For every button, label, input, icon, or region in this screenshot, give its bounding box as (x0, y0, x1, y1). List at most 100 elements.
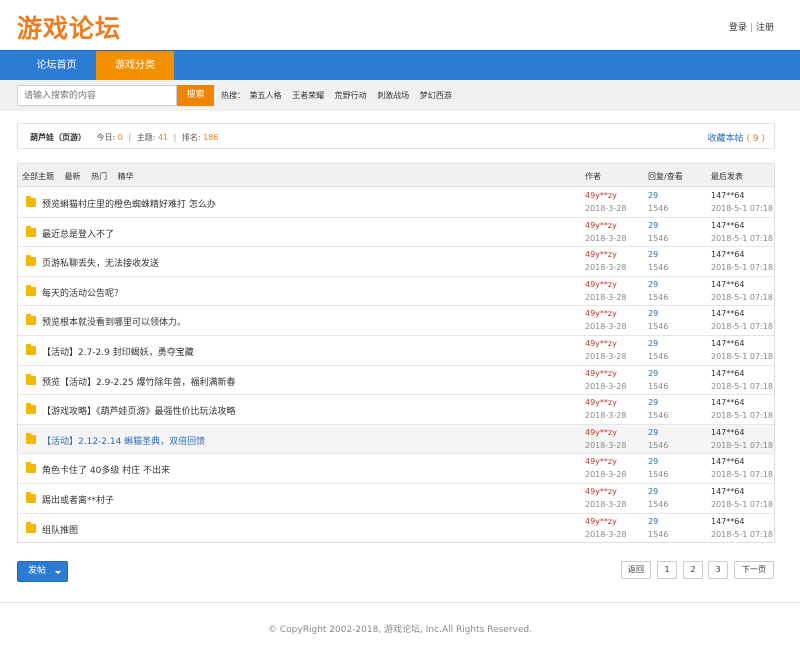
column-reply-view: 回复/查看 (648, 172, 683, 181)
thread-view-count: 1546 (648, 470, 669, 480)
filter-latest[interactable]: 最新 (65, 172, 81, 181)
last-poster[interactable]: 147**64 (711, 369, 744, 378)
nav-item-game-category[interactable]: 游戏分类 (96, 51, 174, 80)
table-row[interactable]: 页游私聊丢失，无法接收发送 49y**zy 2018-3-28 29 1546 147**… (18, 247, 774, 277)
folder-icon (26, 314, 36, 326)
last-poster[interactable]: 147**64 (711, 280, 744, 289)
table-row[interactable]: 【活动】2.12-2.14 蝌猫圣典，双倍回馈 49y**zy 2018-3-28 2… (18, 424, 774, 455)
favorite-label[interactable]: 收藏本帖 (708, 134, 744, 144)
pager-next[interactable]: 下一页 (734, 561, 774, 579)
thread-author[interactable]: 49y**zy (585, 309, 617, 318)
table-row[interactable]: 踢出或者离**村子 49y**zy 2018-3-28 29 1546 147**64 20… (18, 484, 774, 514)
thread-title[interactable]: 页游私聊丢失，无法接收发送 (42, 256, 159, 269)
thread-author[interactable]: 49y**zy (585, 398, 617, 407)
thread-reply-count: 29 (648, 457, 659, 467)
thread-view-count: 1546 (648, 233, 669, 243)
site-logo[interactable]: 游戏论坛 (17, 9, 121, 45)
folder-icon (26, 196, 36, 207)
last-poster[interactable]: 147**64 (711, 250, 744, 259)
thread-author[interactable]: 49y**zy (585, 221, 617, 230)
table-row[interactable]: 预览【活动】2.9-2.25 爆竹除年兽，福利满新春 49y**zy 2018-3-… (18, 366, 774, 396)
last-poster[interactable]: 147**64 (711, 517, 744, 526)
thread-title[interactable]: 预览蝌猫村庄里的橙色蜘蛛精好难打 怎么办 (42, 197, 216, 210)
search-input[interactable] (17, 85, 177, 106)
hot-search-item[interactable]: 刺激战场 (377, 91, 409, 100)
rank-value: 186 (203, 133, 219, 142)
filter-featured[interactable]: 精华 (118, 172, 134, 181)
thread-post-date: 2018-3-28 (585, 322, 627, 332)
thread-title[interactable]: 【活动】2.7-2.9 封印蝎妖，勇夺宝藏 (42, 345, 194, 358)
pager-page-1[interactable]: 1 (657, 561, 677, 579)
thread-title[interactable]: 预览【活动】2.9-2.25 爆竹除年兽，福利满新春 (42, 375, 235, 388)
thread-author[interactable]: 49y**zy (585, 487, 617, 496)
thread-title[interactable]: 【游戏攻略】《葫芦娃页游》最强性价比玩法攻略 (42, 404, 236, 417)
thread-title[interactable]: 预览根本就没看到哪里可以领体力。 (42, 315, 186, 328)
account-separator: | (749, 23, 753, 33)
thread-title[interactable]: 最近总是登入不了 (42, 227, 114, 240)
hot-search-item[interactable]: 荒野行动 (335, 91, 367, 100)
last-poster[interactable]: 147**64 (711, 428, 744, 437)
table-row[interactable]: 每天的活动公告呢？ 49y**zy 2018-3-28 29 1546 147**64 20… (18, 277, 774, 307)
thread-view-count: 1546 (648, 500, 669, 509)
pager-back[interactable]: 返回 (621, 561, 651, 579)
last-poster[interactable]: 147**64 (711, 309, 744, 318)
last-poster[interactable]: 147**64 (711, 398, 744, 407)
thread-author[interactable]: 49y**zy (585, 250, 617, 259)
thread-view-count: 1546 (648, 204, 669, 213)
last-poster[interactable]: 147**64 (711, 339, 744, 348)
table-row[interactable]: 最近总是登入不了 49y**zy 2018-3-28 29 1546 147**64 201… (18, 218, 774, 248)
last-poster[interactable]: 147**64 (711, 191, 744, 200)
search-button[interactable]: 搜索 (177, 85, 214, 106)
last-poster[interactable]: 147**64 (711, 457, 744, 466)
last-poster[interactable]: 147**64 (711, 221, 744, 230)
register-link[interactable]: 注册 (756, 23, 774, 33)
thread-author[interactable]: 49y**zy (585, 428, 617, 437)
new-post-label: 发帖 (28, 566, 47, 576)
thread-title[interactable]: 踢出或者离**村子 (42, 493, 114, 506)
filter-all[interactable]: 全部主题 (22, 172, 54, 181)
thread-author[interactable]: 49y**zy (585, 191, 617, 200)
search-bar: 搜索 热搜： 第五人格 王者荣耀 荒野行动 刺激战场 梦幻西游 (0, 80, 800, 111)
thread-reply-count: 29 (648, 516, 659, 526)
table-row[interactable]: 【活动】2.7-2.9 封印蝎妖，勇夺宝藏 49y**zy 2018-3-28 29 1… (18, 336, 774, 366)
table-row[interactable]: 角色卡住了 40多级 村庄 不出来 49y**zy 2018-3-28 29 1546 1… (18, 454, 774, 484)
last-post-date: 2018-5-1 07:18 (711, 381, 773, 391)
thread-author[interactable]: 49y**zy (585, 339, 617, 348)
folder-icon (26, 403, 36, 415)
pager-page-3[interactable]: 3 (708, 561, 728, 579)
table-row[interactable]: 组队推图 49y**zy 2018-3-28 29 1546 147**64 2018-5-… (18, 514, 774, 544)
forum-info: 葫芦娃（页游） 今日: 0 | 主题: 41 | 排名: 186 收藏本帖 ( … (17, 123, 775, 149)
thread-view-count: 1546 (648, 263, 669, 273)
thread-title[interactable]: 角色卡住了 40多级 村庄 不出来 (42, 463, 170, 476)
thread-author[interactable]: 49y**zy (585, 369, 617, 378)
thread-filters: 全部主题 最新 热门 精华 (22, 171, 142, 182)
favorite-link[interactable]: 收藏本帖 ( 9 ) (708, 131, 765, 144)
new-post-button[interactable]: 发帖 (17, 561, 68, 582)
thread-title[interactable]: 【活动】2.12-2.14 蝌猫圣典，双倍回馈 (42, 434, 205, 447)
table-header: 全部主题 最新 热门 精华 作者 回复/查看 最后发表 (18, 164, 774, 187)
thread-author[interactable]: 49y**zy (585, 457, 617, 466)
hot-search-item[interactable]: 第五人格 (250, 91, 282, 100)
hot-search: 热搜： 第五人格 王者荣耀 荒野行动 刺激战场 梦幻西游 (221, 90, 460, 101)
thread-view-count: 1546 (648, 322, 669, 332)
nav-item-home[interactable]: 论坛首页 (17, 51, 96, 80)
table-row[interactable]: 预览蝌猫村庄里的橙色蜘蛛精好难打 怎么办 49y**zy 2018-3-28 29 15… (18, 188, 774, 218)
last-poster[interactable]: 147**64 (711, 487, 744, 496)
thread-reply-count: 29 (648, 220, 659, 230)
login-link[interactable]: 登录 (729, 23, 747, 33)
hot-search-item[interactable]: 梦幻西游 (420, 91, 452, 100)
thread-post-date: 2018-3-28 (585, 529, 627, 539)
folder-icon (26, 284, 36, 296)
pager-page-2[interactable]: 2 (683, 561, 703, 579)
hot-search-item[interactable]: 王者荣耀 (292, 91, 324, 100)
table-row[interactable]: 【游戏攻略】《葫芦娃页游》最强性价比玩法攻略 49y**zy 2018-3-28 29… (18, 395, 774, 425)
folder-icon (26, 373, 36, 385)
thread-title[interactable]: 每天的活动公告呢？ (42, 286, 123, 299)
thread-title[interactable]: 组队推图 (42, 523, 78, 536)
thread-author[interactable]: 49y**zy (585, 280, 617, 289)
thread-author[interactable]: 49y**zy (585, 517, 617, 526)
table-row[interactable]: 预览根本就没看到哪里可以领体力。 49y**zy 2018-3-28 29 1546 14… (18, 306, 774, 336)
filter-hot[interactable]: 热门 (91, 172, 107, 181)
today-count: 0 (117, 133, 123, 142)
last-post-date: 2018-5-1 07:18 (711, 292, 773, 302)
